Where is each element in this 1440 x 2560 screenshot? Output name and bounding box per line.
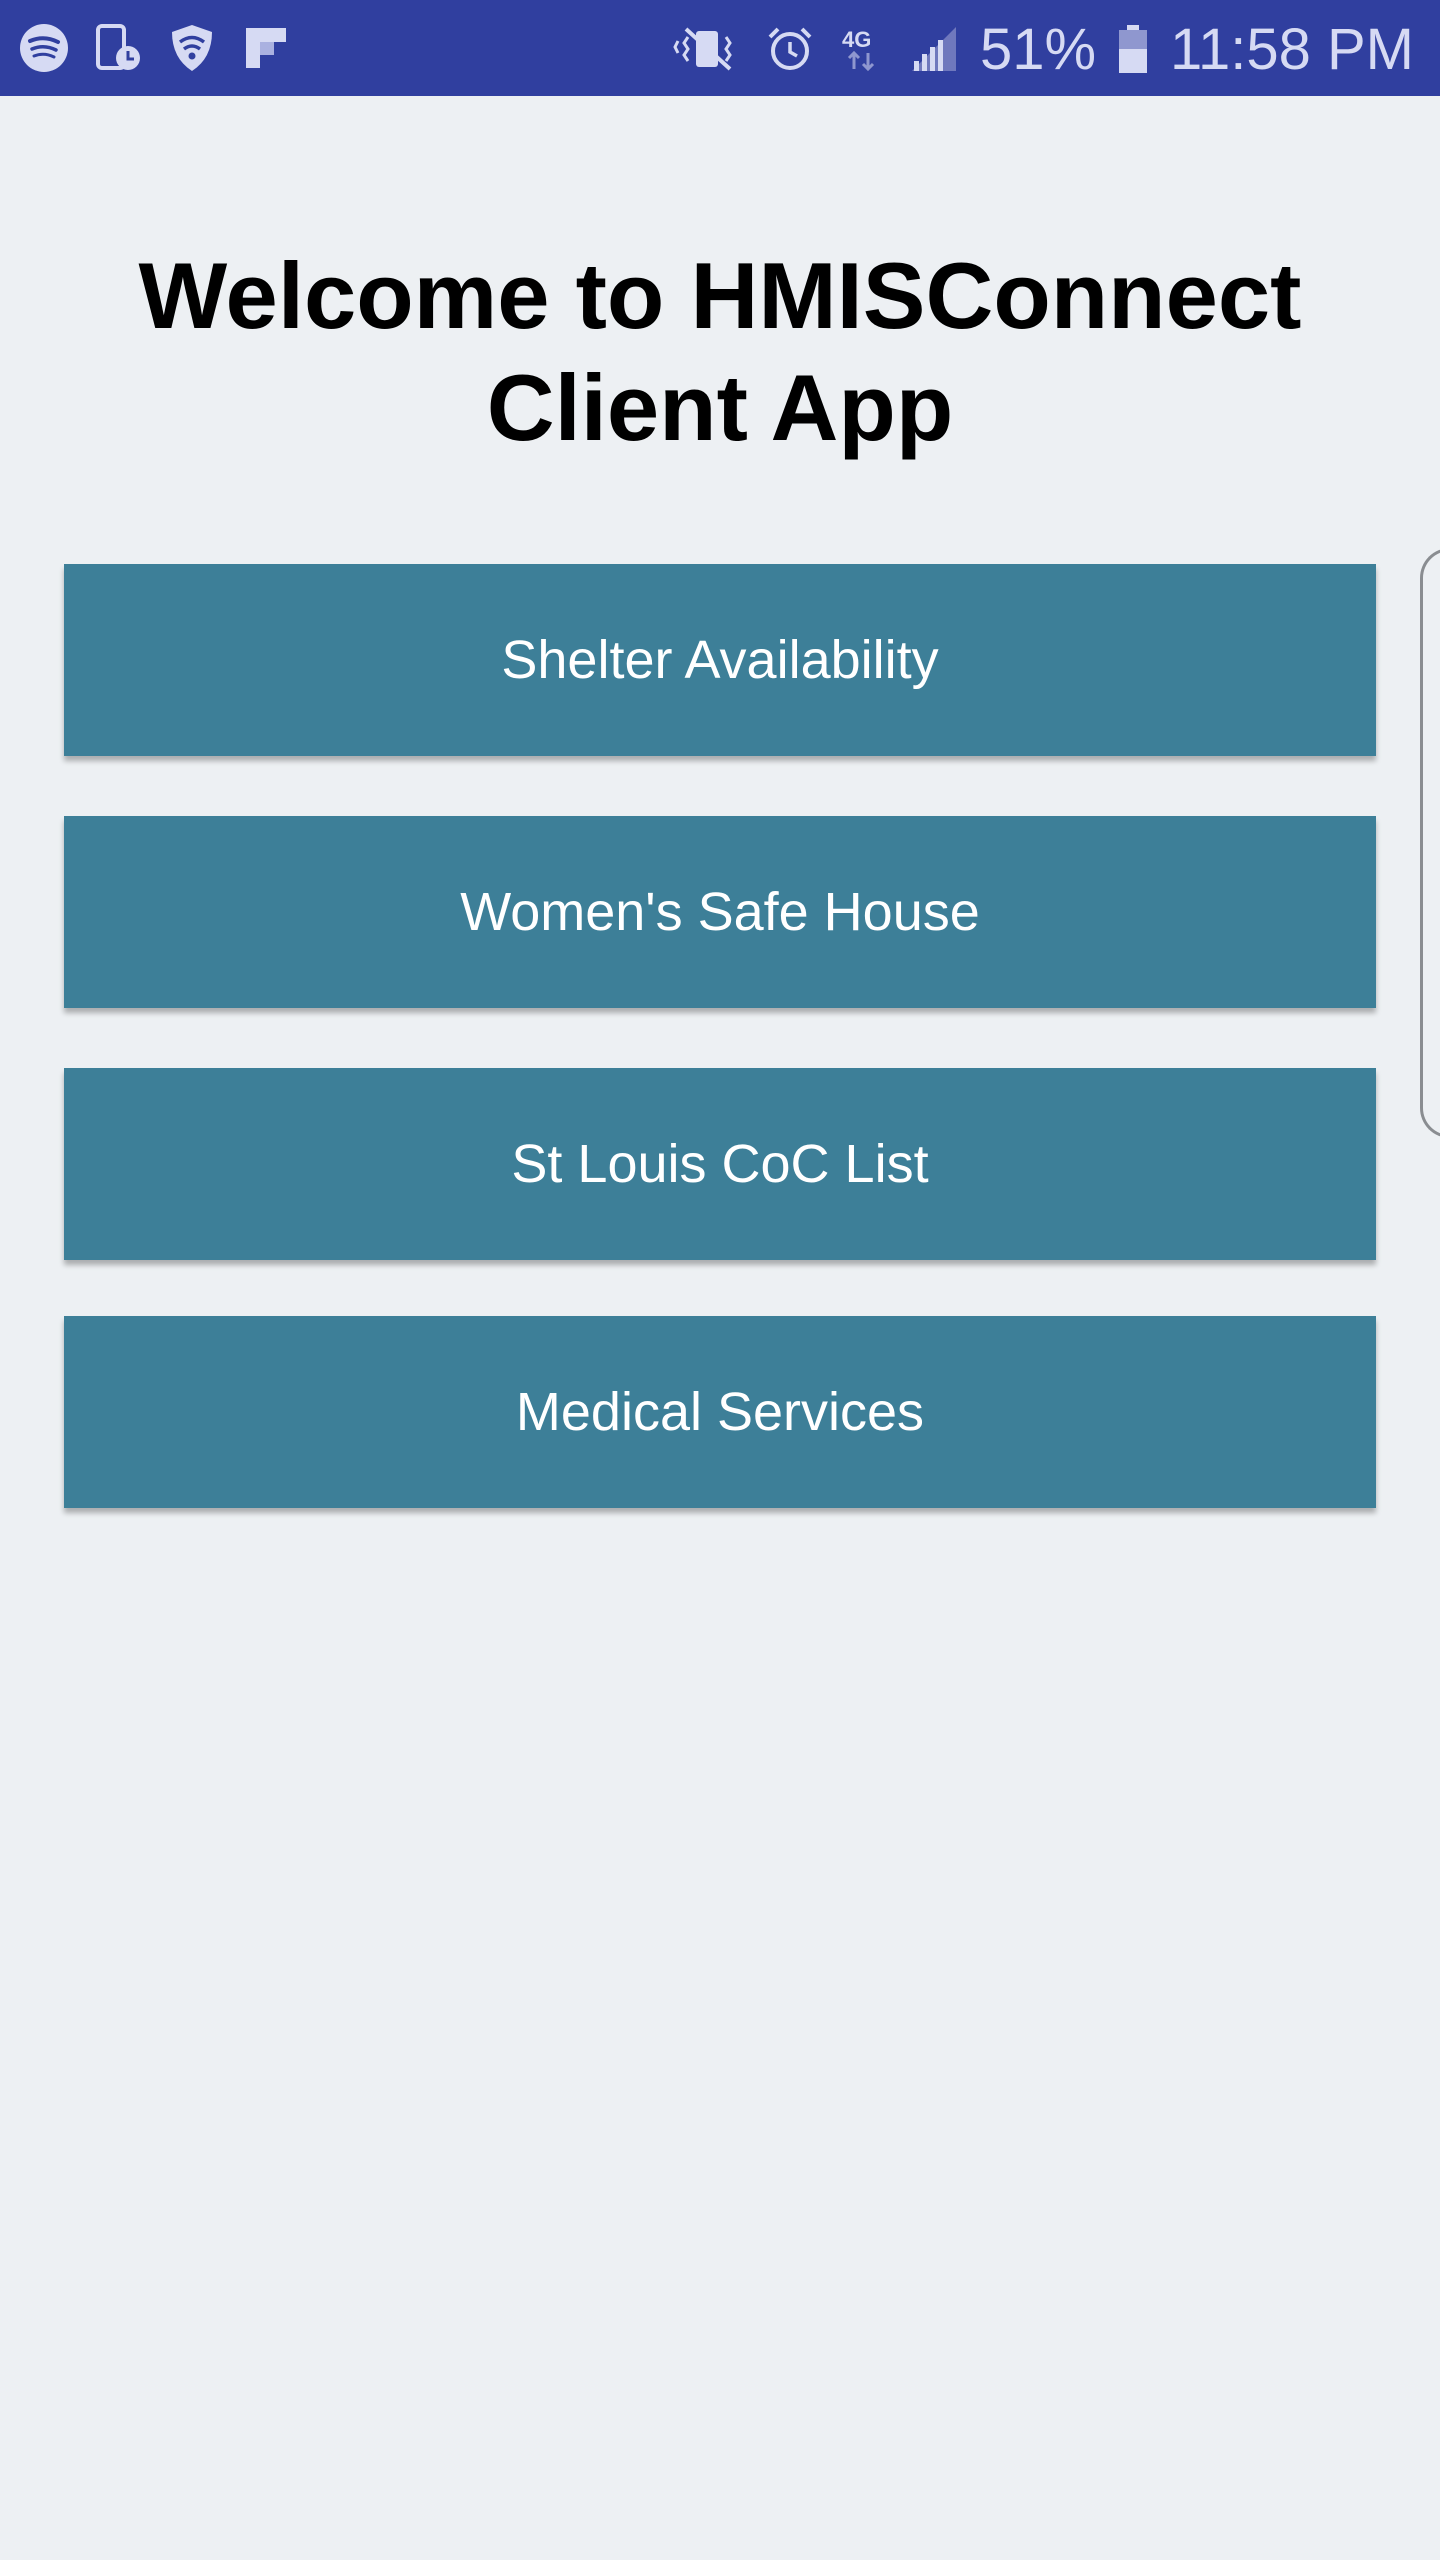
battery-percent: 51% <box>979 16 1097 82</box>
clock: 11:58 PM <box>1170 16 1414 82</box>
notification-icons <box>18 20 292 76</box>
shelter-availability-button[interactable]: Shelter Availability <box>64 564 1376 756</box>
flipboard-icon <box>240 22 292 74</box>
vibrate-mute-icon <box>672 23 744 75</box>
battery-icon <box>1116 23 1150 75</box>
edge-panel-handle[interactable] <box>1420 548 1440 1138</box>
status-bar: 4G 51% 11:58 PM <box>0 0 1440 96</box>
shield-wifi-icon <box>166 22 218 74</box>
signal-icon <box>908 23 960 75</box>
device-schedule-icon <box>92 22 144 74</box>
page-title: Welcome to HMISConnect Client App <box>138 243 1302 460</box>
svg-text:4G: 4G <box>842 27 871 52</box>
st-louis-coc-list-button[interactable]: St Louis CoC List <box>64 1068 1376 1260</box>
womens-safe-house-button[interactable]: Women's Safe House <box>64 816 1376 1008</box>
4g-icon: 4G <box>836 23 888 75</box>
alarm-icon <box>764 23 816 75</box>
medical-services-button[interactable]: Medical Services <box>64 1316 1376 1508</box>
system-indicators: 4G 51% 11:58 PM <box>672 14 1414 84</box>
spotify-icon <box>18 22 70 74</box>
